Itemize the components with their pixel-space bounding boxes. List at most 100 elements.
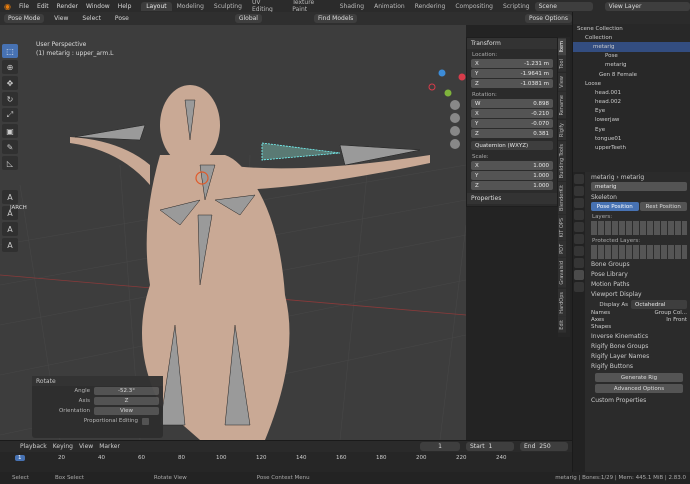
timeline-view-menu[interactable]: View [79,443,93,450]
tab-sculpting[interactable]: Sculpting [209,2,247,11]
tab-layout[interactable]: Layout [141,1,172,11]
transform-orientation[interactable]: Global [234,14,262,23]
end-frame-field[interactable]: End 250 [520,442,568,451]
transform-tool-icon[interactable]: ▣ [2,124,18,138]
cursor-tool-icon[interactable]: ⊕ [2,60,18,74]
outliner-row[interactable]: metarig [573,42,690,52]
view-layer-selector[interactable]: View Layer [604,1,690,11]
transform-header[interactable]: Transform [467,38,557,49]
armature-data-icon[interactable] [574,270,584,280]
find-models[interactable]: Find Models [313,14,358,23]
outliner-row[interactable]: Gen 8 Female [573,70,690,79]
outliner-row[interactable]: Loose [573,79,690,88]
scale-x-field[interactable]: X 1.000 [471,161,553,170]
names-checkbox[interactable]: Names [591,310,610,316]
pose-options[interactable]: Pose Options [525,14,572,23]
outliner-row[interactable]: head.002 [573,98,690,107]
axes-checkbox[interactable]: Axes [591,317,604,323]
measure-tool-icon[interactable]: ◺ [2,156,18,170]
blender-logo-icon[interactable]: ◉ [0,2,15,11]
scale-y-field[interactable]: Y 1.000 [471,171,553,180]
menu-help[interactable]: Help [114,3,136,10]
viewport-display-section[interactable]: Viewport Display [587,289,690,299]
rotate-tool-icon[interactable]: ↻ [2,92,18,106]
rigify-bone-groups-section[interactable]: Rigify Bone Groups [587,341,690,351]
properties-header[interactable]: Properties [467,193,557,204]
scene-props-icon[interactable] [574,222,584,232]
generate-rig-button[interactable]: Generate Rig [595,373,683,382]
tab-modeling[interactable]: Modeling [172,2,209,11]
render-props-icon[interactable] [574,186,584,196]
current-frame-field[interactable]: 1 [420,442,460,451]
location-y-field[interactable]: Y -1.9641 m [471,69,553,78]
start-frame-field[interactable]: Start 1 [466,442,514,451]
rotation-w-field[interactable]: W 0.898 [471,99,553,108]
rigify-layer-names-section[interactable]: Rigify Layer Names [587,351,690,361]
tab-view[interactable]: View [558,73,566,91]
motion-paths-section[interactable]: Motion Paths [587,279,690,289]
tab-blenderkit[interactable]: BlenderKit [558,181,566,214]
rotation-x-field[interactable]: X -0.210 [471,109,553,118]
tab-pdt[interactable]: PDT [558,241,566,258]
tab-hardops[interactable]: HardOps [558,288,566,317]
tab-gravaisid[interactable]: Gravaisid [558,258,566,288]
layers-grid[interactable] [591,221,687,235]
rest-position-button[interactable]: Rest Position [639,202,687,211]
rotation-z-field[interactable]: Z 0.381 [471,129,553,138]
rotate-panel-title[interactable]: Rotate [32,376,163,386]
rotation-mode-dropdown[interactable]: Quaternion (WXYZ) [471,141,553,150]
world-props-icon[interactable] [574,234,584,244]
pose-library-section[interactable]: Pose Library [587,269,690,279]
pose-position-button[interactable]: Pose Position [591,202,639,211]
display-as-dropdown[interactable]: Octahedral [631,300,687,309]
proportional-checkbox[interactable] [142,417,149,425]
tab-edit[interactable]: Edit [558,317,566,334]
playhead[interactable]: 1 [15,455,25,461]
tool-props-icon[interactable] [574,174,584,184]
menu-view[interactable]: View [50,15,72,22]
tab-rename[interactable]: Rename [558,91,566,119]
mode-selector[interactable]: Pose Mode [4,14,45,23]
tab-item[interactable]: Item [558,38,566,56]
protected-layers-grid[interactable] [591,245,687,259]
skeleton-header[interactable]: Skeleton [587,192,690,202]
tab-animation[interactable]: Animation [369,2,410,11]
orientation-dropdown[interactable]: View [94,407,159,415]
inverse-kinematics-section[interactable]: Inverse Kinematics [587,331,690,341]
tab-tool[interactable]: Tool [558,56,566,73]
tab-kit-ops[interactable]: KIT OPS [558,214,566,241]
location-z-field[interactable]: Z -1.0381 m [471,79,553,88]
menu-edit[interactable]: Edit [33,3,53,10]
tab-building-tools[interactable]: Building Tools [558,140,566,181]
archipack-icon-4[interactable]: A [2,238,18,252]
keying-menu[interactable]: Keying [53,443,73,450]
playback-menu[interactable]: Playback [20,443,47,450]
in-front-checkbox[interactable]: In Front [666,317,687,323]
rotation-y-field[interactable]: Y -0.070 [471,119,553,128]
output-props-icon[interactable] [574,198,584,208]
tab-scripting[interactable]: Scripting [498,2,535,11]
bone-groups-section[interactable]: Bone Groups [587,259,690,269]
archipack-icon-3[interactable]: A [2,222,18,236]
location-x-field[interactable]: X -1.231 m [471,59,553,68]
object-props-icon[interactable] [574,246,584,256]
bone-props-icon[interactable] [574,282,584,292]
outliner-row[interactable]: Pose [573,52,690,61]
annotate-tool-icon[interactable]: ✎ [2,140,18,154]
menu-pose[interactable]: Pose [111,15,133,22]
timeline[interactable]: Playback Keying View Marker 1 Start 1 En… [0,440,572,472]
outliner-row[interactable]: Scene Collection [573,24,690,33]
view-layer-icon[interactable] [574,210,584,220]
outliner-row[interactable]: metarig [573,61,690,70]
tab-shading[interactable]: Shading [335,2,369,11]
scene-selector[interactable]: Scene [534,1,593,11]
menu-select[interactable]: Select [78,15,105,22]
outliner-row[interactable]: Collection [573,33,690,42]
archipack-icon[interactable]: A [2,190,18,204]
custom-properties-section[interactable]: Custom Properties [587,395,690,405]
armature-name-field[interactable]: metarig [591,182,687,191]
menu-window[interactable]: Window [82,3,114,10]
scale-tool-icon[interactable]: ⤢ [2,108,18,122]
select-tool-icon[interactable]: ⬚ [2,44,18,58]
menu-render[interactable]: Render [53,3,82,10]
